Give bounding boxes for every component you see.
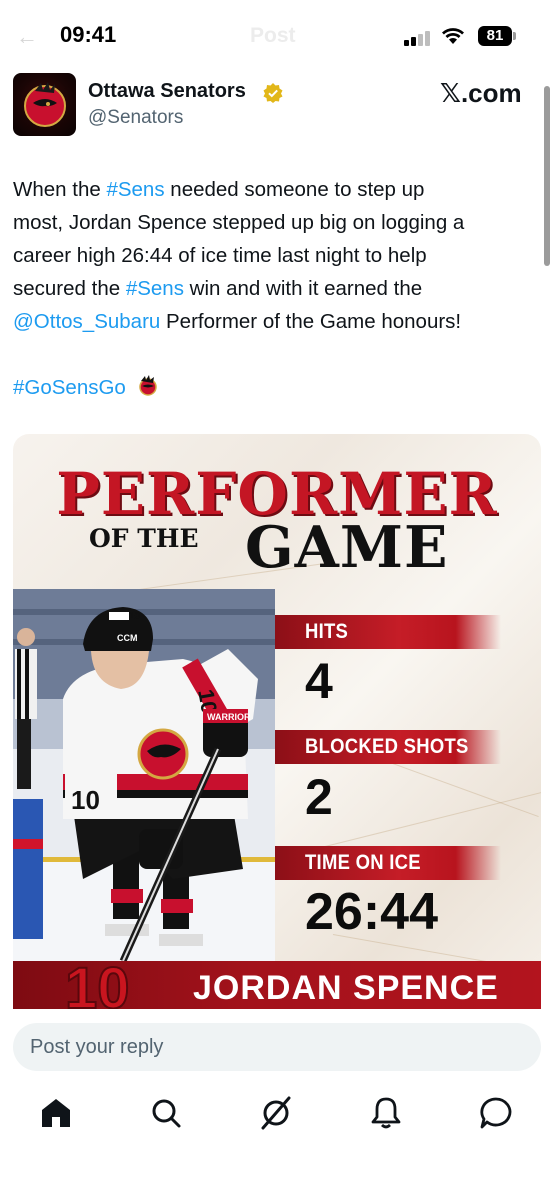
graphic-subtitle-small: OF THE (89, 524, 199, 553)
player-name-banner: 10 JORDAN SPENCE (13, 955, 541, 1009)
wifi-icon (442, 28, 464, 44)
reply-area: Post your reply (0, 1009, 554, 1199)
helmet-brand: CCM (117, 633, 138, 643)
text-segment: needed someone to step up (164, 178, 425, 201)
tweet-line: career high 26:44 of ice time last night… (13, 244, 427, 267)
messages-icon[interactable] (478, 1095, 514, 1131)
battery-indicator: 81 (478, 26, 512, 46)
player-name: JORDAN SPENCE (193, 969, 499, 1007)
hashtag-link[interactable]: #GoSensGo (13, 376, 126, 399)
stat-label: HITS (305, 620, 349, 643)
header-title: Post (250, 24, 296, 47)
text-segment: When the (13, 178, 107, 201)
player-illustration: 10 10 10 CCM WARRIOR (13, 589, 275, 961)
back-arrow-icon[interactable]: ← (16, 24, 38, 50)
stat-bar-blocked-shots: BLOCKED SHOTS (275, 730, 501, 764)
source-label[interactable]: 𝕏.com (440, 78, 522, 109)
stat-value-hits: 4 (305, 653, 333, 709)
text-segment: win and with it earned the (183, 277, 423, 300)
media-card[interactable]: PERFORMER OF THE GAME 10 10 10 CCM WARRI… (13, 434, 541, 1009)
stat-value-blocked-shots: 2 (305, 769, 333, 825)
tweet-line: most, Jordan Spence stepped up big on lo… (13, 211, 465, 234)
text-segment: secured the (13, 277, 126, 300)
stat-bar-hits: HITS (275, 615, 501, 649)
tweet-line: secured the #Sens win and with it earned… (13, 272, 545, 305)
tweet-line: When the #Sens needed someone to step up (13, 173, 545, 206)
arm-number: 10 (71, 785, 100, 815)
status-bar: ← 09:41 Post 81 (0, 0, 554, 70)
graphic-subtitle-big: GAME (245, 514, 449, 581)
handle[interactable]: @Senators (88, 107, 183, 129)
hashtag-link[interactable]: #Sens (106, 178, 164, 201)
tweet-line: @Ottos_Subaru Performer of the Game hono… (13, 305, 545, 338)
search-icon[interactable] (148, 1095, 184, 1131)
reply-input[interactable]: Post your reply (13, 1023, 541, 1071)
senators-hashflag-icon (138, 375, 157, 396)
hashtag-link[interactable]: #Sens (126, 277, 184, 300)
glove-brand: WARRIOR (207, 712, 251, 722)
home-icon[interactable] (38, 1095, 74, 1131)
battery-tip (513, 32, 516, 40)
stat-label: BLOCKED SHOTS (305, 735, 469, 758)
verified-badge-icon (263, 83, 283, 103)
stat-value-time-on-ice: 26:44 (305, 883, 438, 941)
tweet-text: When the #Sens needed someone to step up… (13, 173, 545, 404)
display-name[interactable]: Ottawa Senators (88, 80, 246, 103)
status-time: 09:41 (60, 22, 117, 47)
text-segment: Performer of the Game honours! (160, 310, 462, 333)
player-photo: 10 10 10 CCM WARRIOR (13, 589, 275, 961)
cellular-signal-icon (404, 30, 434, 46)
stat-label: TIME ON ICE (305, 851, 421, 874)
senators-logo-icon (24, 82, 66, 127)
notifications-icon[interactable] (368, 1095, 404, 1131)
helmet-number: 10 (129, 611, 141, 622)
tweet-line: #GoSensGo (13, 371, 545, 404)
avatar[interactable] (13, 73, 76, 136)
grok-icon[interactable] (258, 1095, 294, 1131)
banner-number: 10 (64, 955, 131, 1009)
mention-link[interactable]: @Ottos_Subaru (13, 310, 160, 333)
stat-bar-time-on-ice: TIME ON ICE (275, 846, 501, 880)
